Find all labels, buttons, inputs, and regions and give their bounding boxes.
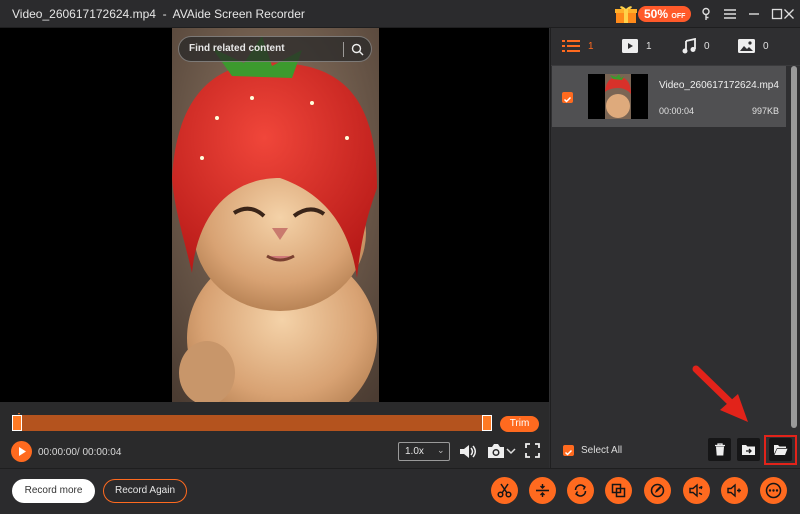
play-button[interactable] xyxy=(11,441,32,462)
video-preview[interactable] xyxy=(0,28,549,402)
delete-button[interactable] xyxy=(708,438,731,461)
list-icon xyxy=(562,40,580,52)
open-folder-icon xyxy=(774,445,788,455)
image-icon xyxy=(738,39,755,53)
recording-size: 997KB xyxy=(752,106,780,116)
tab-count: 1 xyxy=(588,40,594,52)
tab-images[interactable]: 0 xyxy=(738,37,769,55)
recording-duration: 00:00:04 xyxy=(659,106,695,116)
speed-value: 1.0x xyxy=(405,446,424,457)
convert-tool-button[interactable] xyxy=(567,477,594,504)
trim-end-handle[interactable] xyxy=(482,415,492,431)
playhead-marker[interactable] xyxy=(18,410,20,418)
select-all-checkbox[interactable] xyxy=(563,445,574,456)
minimize-button[interactable] xyxy=(745,5,763,23)
gift-icon xyxy=(615,6,637,23)
folder-export-icon xyxy=(742,445,755,455)
window-title: Video_260617172624.mp4 - AVAide Screen R… xyxy=(12,7,305,21)
close-icon xyxy=(784,9,794,19)
discount-percent: 50% xyxy=(644,7,669,21)
search-box[interactable] xyxy=(178,36,372,62)
clip-track[interactable] xyxy=(14,415,492,431)
red-arrow-icon xyxy=(692,365,748,422)
compress-tool-button[interactable] xyxy=(605,477,632,504)
item-checkbox[interactable] xyxy=(562,92,573,103)
record-more-button[interactable]: Record more xyxy=(12,479,95,503)
play-icon xyxy=(19,447,26,456)
merge-icon xyxy=(536,484,549,497)
recording-list-item[interactable]: Video_260617172624.mp4 00:00:04 997KB xyxy=(552,66,786,127)
chevron-down-icon[interactable] xyxy=(506,447,516,455)
menu-button[interactable] xyxy=(721,5,739,23)
audio-convert-tool-button[interactable] xyxy=(683,477,710,504)
recording-thumbnail xyxy=(588,74,648,119)
thumbnail-image xyxy=(588,74,648,119)
fullscreen-icon[interactable] xyxy=(525,443,540,458)
select-all-label[interactable]: Select All xyxy=(581,445,622,456)
search-icon[interactable] xyxy=(351,43,364,56)
music-note-icon xyxy=(682,38,696,54)
key-icon xyxy=(702,7,710,20)
kitten-in-strawberry-hat-image xyxy=(172,28,379,402)
title-bar: Video_260617172624.mp4 - AVAide Screen R… xyxy=(0,0,800,28)
minimize-icon xyxy=(749,13,759,15)
tab-count: 0 xyxy=(704,40,710,52)
merge-tool-button[interactable] xyxy=(529,477,556,504)
open-folder-button[interactable] xyxy=(769,438,792,461)
tab-count: 0 xyxy=(763,40,769,52)
playback-time: 00:00:00/ 00:00:04 xyxy=(38,447,122,458)
trim-tool-button[interactable] xyxy=(491,477,518,504)
recording-filename: Video_260617172624.mp4 xyxy=(659,80,779,91)
hamburger-icon xyxy=(724,9,736,19)
compress-icon xyxy=(611,483,626,498)
audio-convert-icon xyxy=(689,483,703,498)
video-icon xyxy=(622,39,638,53)
more-icon xyxy=(765,482,782,499)
record-again-button[interactable]: Record Again xyxy=(103,479,187,503)
move-to-folder-button[interactable] xyxy=(737,438,760,461)
timeline-controls: Trim 00:00:00/ 00:00:04 1.0x ⌄ xyxy=(0,402,549,468)
app-window: Video_260617172624.mp4 - AVAide Screen R… xyxy=(0,0,800,514)
recordings-panel: 1 1 0 0 Video_260617172624.mp4 00:00:04 … xyxy=(550,28,800,468)
trim-button[interactable]: Trim xyxy=(500,416,539,432)
scissors-icon xyxy=(497,483,512,498)
checkmark-icon xyxy=(563,96,572,103)
media-type-tabs: 1 1 0 0 xyxy=(551,28,800,66)
more-tools-button[interactable] xyxy=(760,477,787,504)
video-frame xyxy=(172,28,379,402)
checkmark-icon xyxy=(564,449,573,456)
discount-suffix: OFF xyxy=(671,13,686,20)
trim-start-handle[interactable] xyxy=(12,415,22,431)
close-button[interactable] xyxy=(780,5,798,23)
tab-video[interactable]: 1 xyxy=(622,37,652,55)
playback-speed-select[interactable]: 1.0x ⌄ xyxy=(398,442,450,461)
edit-metadata-icon xyxy=(650,483,665,498)
volume-boost-icon xyxy=(727,483,741,498)
search-input[interactable] xyxy=(189,43,339,54)
tab-all[interactable]: 1 xyxy=(562,37,594,55)
convert-icon xyxy=(574,484,587,497)
search-divider xyxy=(343,42,344,57)
volume-icon[interactable] xyxy=(458,442,477,461)
promo-banner[interactable]: 50% OFF xyxy=(612,3,692,25)
camera-icon[interactable] xyxy=(486,443,506,460)
metadata-tool-button[interactable] xyxy=(644,477,671,504)
bottom-toolbar: Record more Record Again xyxy=(0,468,800,514)
discount-badge: 50% OFF xyxy=(638,6,692,22)
key-button[interactable] xyxy=(697,5,715,23)
trash-icon xyxy=(714,443,725,456)
tab-count: 1 xyxy=(646,40,652,52)
list-scrollbar[interactable] xyxy=(791,66,797,428)
chevron-down-icon: ⌄ xyxy=(437,445,445,455)
volume-boost-tool-button[interactable] xyxy=(721,477,748,504)
tab-audio[interactable]: 0 xyxy=(682,37,710,55)
